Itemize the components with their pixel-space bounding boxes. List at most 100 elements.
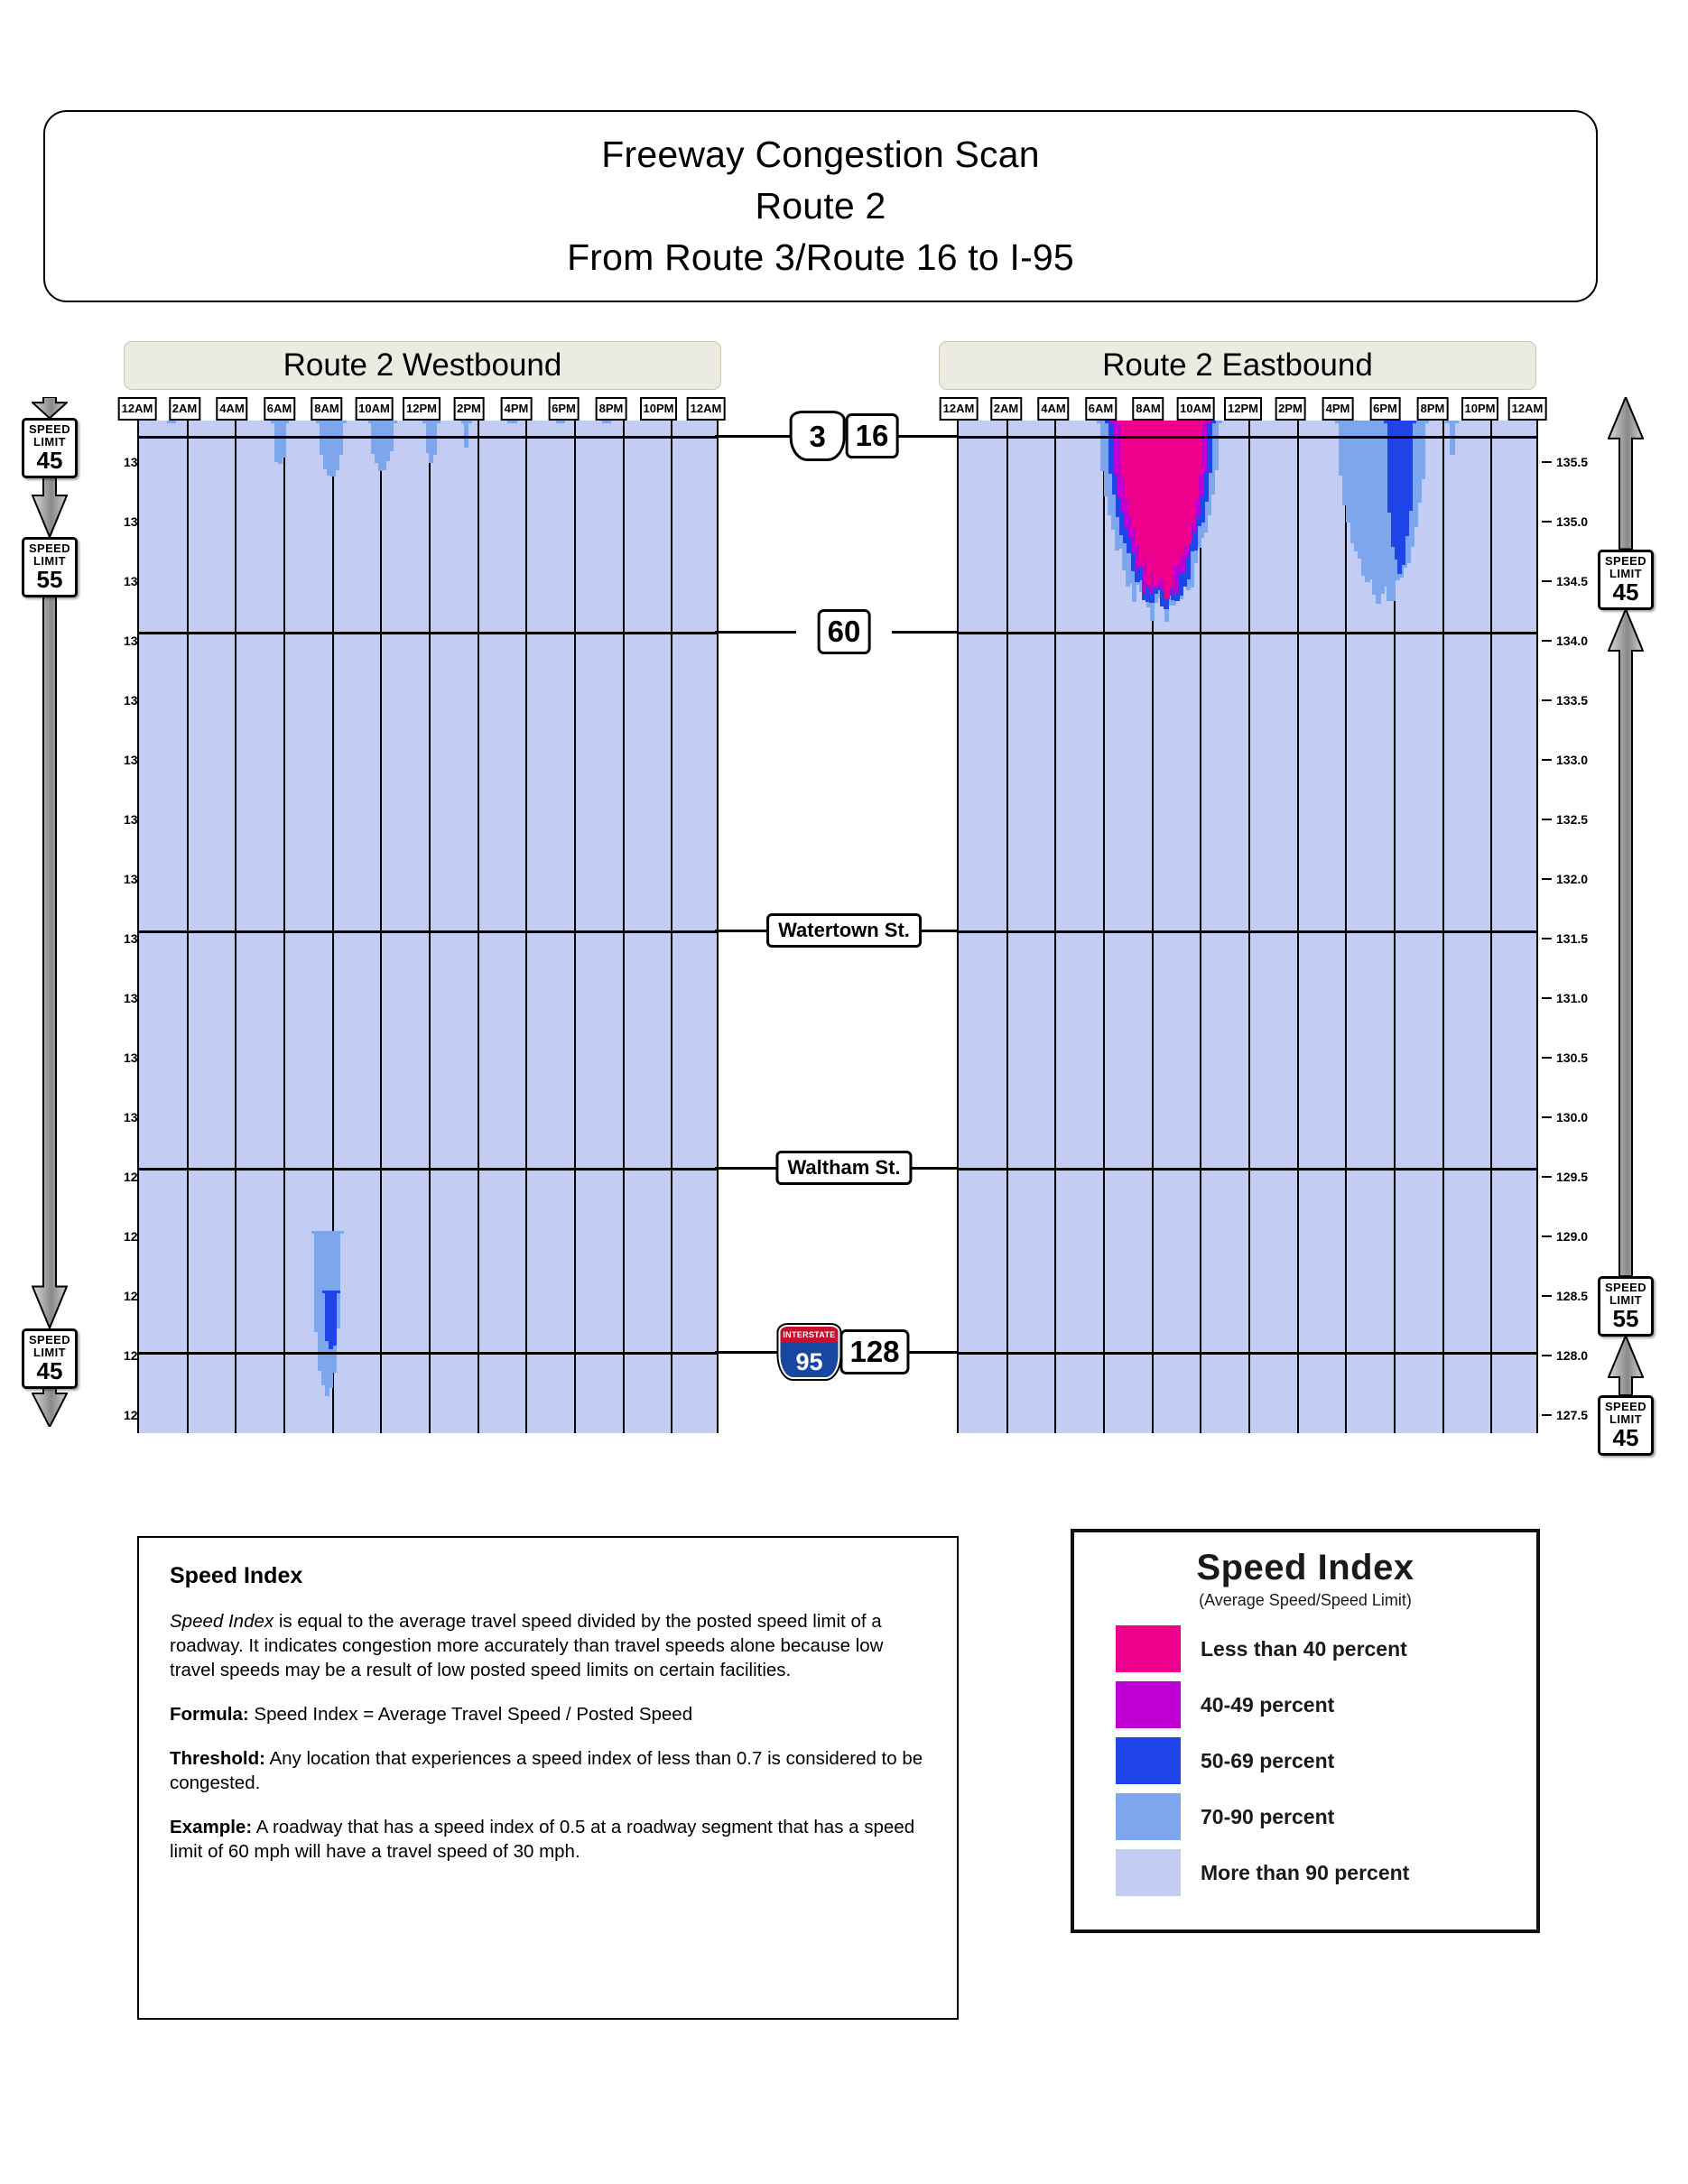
info-paragraph-formula: Formula: Speed Index = Average Travel Sp… [170, 1702, 926, 1726]
page-subtitle-route: Route 2 [755, 185, 886, 227]
milepost-tick-label: 128.5 [1556, 1289, 1589, 1304]
congestion-cell [331, 1290, 337, 1346]
milepost-tick-mark [1542, 819, 1552, 821]
interchange-connector-left [715, 630, 796, 634]
congestion-cell [1218, 421, 1223, 423]
congestion-cell [1453, 421, 1460, 423]
interchange-gridline [139, 1352, 717, 1356]
speed-limit-word-speed: SPEED [28, 541, 71, 556]
congestion-cell [284, 421, 290, 423]
i-95-shield-label: 95 [795, 1348, 823, 1376]
legend-color-swatch [1116, 1737, 1181, 1784]
interchange-marker-group: Waltham St. [775, 1150, 913, 1185]
speed-limit-word-speed: SPEED [1604, 1399, 1647, 1413]
interchange-connector-right [892, 630, 959, 634]
info-paragraph-definition: Speed Index is equal to the average trav… [170, 1609, 926, 1682]
congestion-cell [335, 1290, 340, 1293]
milepost-tick-label: 134.5 [1556, 574, 1589, 589]
milepost-tick-label: 132.5 [1556, 812, 1589, 828]
legend-item: 50-69 percent [1094, 1733, 1516, 1789]
time-tick-label: 4AM [1037, 397, 1070, 421]
legend-rows: Less than 40 percent 40-49 percent 50-69 p… [1094, 1621, 1516, 1901]
congestion-cell [1205, 421, 1210, 423]
time-tick-label: 10PM [639, 397, 678, 421]
milepost-tick-label: 128.0 [1556, 1348, 1589, 1364]
congestion-scan-westbound [137, 421, 719, 1433]
congestion-cell [392, 421, 397, 423]
milepost-tick-label: 129.0 [1556, 1229, 1589, 1245]
milepost-tick-mark [1542, 580, 1552, 583]
speed-limit-word-speed: SPEED [1604, 553, 1647, 568]
interchange-gridline [959, 1167, 1536, 1171]
time-tick-label: 12PM [403, 397, 441, 421]
time-gridline [429, 421, 431, 1433]
speed-limit-value: 45 [1612, 1423, 1639, 1451]
time-tick-label: 2PM [1275, 397, 1306, 421]
congestion-cell [468, 421, 473, 423]
time-gridline [1006, 421, 1008, 1433]
speed-limit-arrow-down [32, 397, 68, 419]
congestion-cell [559, 421, 565, 423]
interchange-gridline [959, 1352, 1536, 1356]
speed-limit-arrow-up [1608, 1335, 1644, 1395]
info-threshold-label: Threshold: [170, 1748, 265, 1769]
interchange-connector-left [715, 435, 796, 439]
congestion-cell [464, 421, 469, 449]
milepost-tick-mark [1542, 1414, 1552, 1417]
time-tick-label: 12AM [939, 397, 978, 421]
time-gridline [235, 421, 237, 1433]
info-example-text: A roadway that has a speed index of 0.5 … [170, 1817, 915, 1862]
time-gridline [186, 421, 189, 1433]
time-tick-label: 2AM [168, 397, 201, 421]
time-tick-label: 10PM [1461, 397, 1499, 421]
time-axis-westbound: 12AM 2AM 4AM 6AM 8AM 10AM 12PM 2PM 4PM 6PM 8PM 10PM… [117, 397, 726, 421]
time-gridline [1248, 421, 1250, 1433]
time-gridline [1054, 421, 1057, 1433]
milepost-tick-mark [1542, 1176, 1552, 1179]
time-gridline [283, 421, 285, 1433]
congestion-cell [281, 421, 286, 458]
milepost-tick-mark [1542, 1057, 1552, 1060]
legend-item-label: 40-49 percent [1201, 1692, 1335, 1717]
speed-limit-value: 45 [36, 1356, 63, 1384]
route-3-shield-label: 3 [809, 419, 826, 453]
time-tick-label: 6PM [1369, 397, 1401, 421]
time-tick-label: 4PM [1322, 397, 1354, 421]
header-westbound-label: Route 2 Westbound [283, 347, 562, 383]
milepost-tick-label: 130.5 [1556, 1050, 1589, 1066]
interchange-gridline [959, 930, 1536, 933]
congestion-cell [341, 421, 348, 423]
speed-limit-word-speed: SPEED [28, 422, 71, 437]
milepost-tick-mark [1542, 1355, 1552, 1357]
time-tick-label: 8AM [311, 397, 343, 421]
interchange-gridline [959, 631, 1536, 634]
milepost-tick-label: 134.0 [1556, 634, 1589, 649]
time-gridline [1490, 421, 1493, 1433]
milepost-tick-label: 131.5 [1556, 931, 1589, 947]
time-gridline [477, 421, 479, 1433]
speed-limit-word-speed: SPEED [1604, 1280, 1647, 1294]
info-formula-label: Formula: [170, 1704, 249, 1725]
milepost-tick-label: 133.0 [1556, 753, 1589, 768]
milepost-tick-mark [1542, 997, 1552, 1000]
time-tick-label: 10AM [355, 397, 394, 421]
milepost-tick-mark [1542, 640, 1552, 643]
milepost-tick-label: 129.5 [1556, 1170, 1589, 1185]
time-tick-label: 4PM [500, 397, 533, 421]
watertown-st: Watertown St. [766, 912, 922, 948]
interchange-marker-group: Watertown St. [766, 912, 922, 948]
speed-limit-sign-45: SPEED LIMIT 45 [22, 1328, 78, 1389]
legend-item-label: More than 90 percent [1201, 1860, 1410, 1884]
legend-item: More than 90 percent [1094, 1845, 1516, 1901]
speed-limit-value: 45 [36, 447, 63, 475]
time-tick-label: 2AM [989, 397, 1023, 421]
speed-limit-arrow-up [1608, 608, 1644, 1276]
speed-limit-arrow-up [1608, 397, 1644, 550]
time-gridline [1103, 421, 1105, 1433]
milepost-tick-label: 130.0 [1556, 1110, 1589, 1125]
time-gridline [380, 421, 383, 1433]
interchange-marker-group: INTERSTATE 95 128 [778, 1325, 910, 1380]
time-gridline [1296, 421, 1299, 1433]
i-95-shield: INTERSTATE 95 [778, 1325, 840, 1380]
time-tick-label: 8PM [1416, 397, 1449, 421]
